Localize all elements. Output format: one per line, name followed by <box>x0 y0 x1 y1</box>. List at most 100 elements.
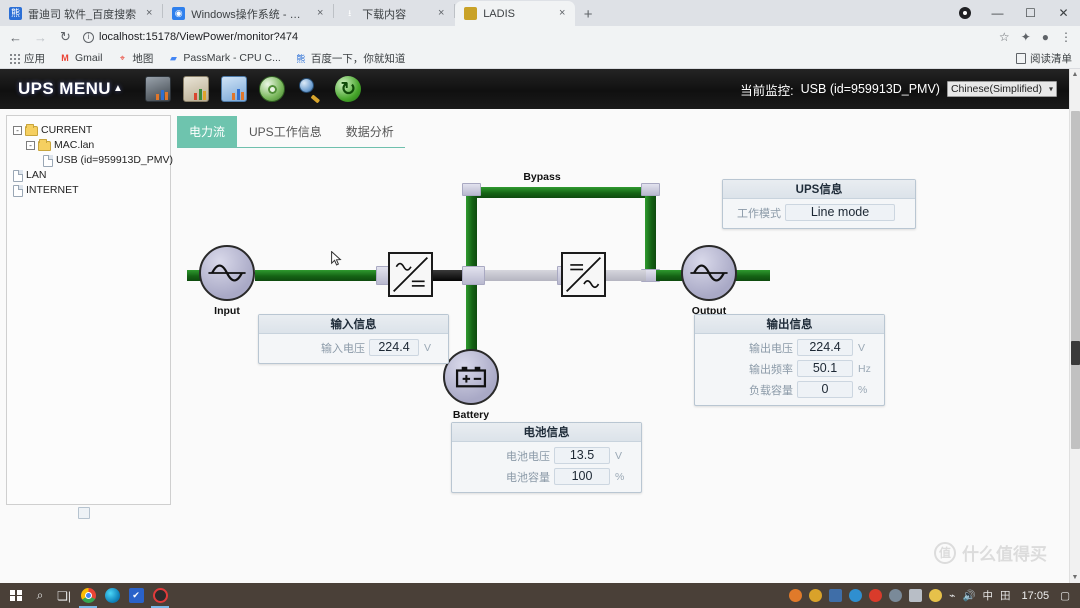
bookmark-star-icon[interactable]: ☆ <box>999 30 1010 44</box>
minimize-button[interactable]: — <box>981 0 1014 26</box>
tree-node-lan[interactable]: LAN <box>13 168 164 183</box>
network-icon[interactable]: ⌁ <box>949 590 955 602</box>
ime-panel-icon[interactable]: 田 <box>1000 588 1011 603</box>
reading-list-button[interactable]: 阅读清单 <box>1016 51 1072 66</box>
browser-toolbar: ← → ↻ i localhost:15178/ViewPower/monito… <box>0 26 1080 48</box>
address-bar[interactable]: i localhost:15178/ViewPower/monitor?474 <box>83 29 981 45</box>
tray-app-icon[interactable] <box>829 589 842 602</box>
battery-icon <box>445 351 497 403</box>
scrollbar-grip[interactable] <box>1071 341 1080 365</box>
site-info-icon[interactable]: i <box>83 32 94 43</box>
browser-tab-title: 下载内容 <box>362 6 428 22</box>
green-gear-icon[interactable] <box>259 76 285 102</box>
watermark-badge: 值 <box>934 542 956 564</box>
bookmark-baidu[interactable]: 熊 百度一下，你就知道 <box>295 51 406 66</box>
monitor-icon[interactable] <box>145 76 171 102</box>
task-view-icon[interactable]: ❏| <box>52 583 76 608</box>
close-icon[interactable]: × <box>142 7 156 21</box>
output-info-panel: 输出信息 输出电压 224.4 V 输出频率 50.1 Hz 负载容量 0 <box>694 314 885 406</box>
tree-node-mac-lan[interactable]: - MAC.lan <box>13 138 164 153</box>
browser-tab[interactable]: 熊 雷迪司 软件_百度搜索 × <box>0 1 162 26</box>
tree-node-current[interactable]: - CURRENT <box>13 123 164 138</box>
bookmark-label: 百度一下，你就知道 <box>311 51 406 66</box>
scroll-down-icon[interactable]: ▼ <box>1070 572 1080 583</box>
forward-icon[interactable]: → <box>33 30 48 45</box>
bookmark-gmail[interactable]: M Gmail <box>59 52 102 64</box>
recorder-icon[interactable] <box>148 583 172 608</box>
edge-icon[interactable] <box>100 583 124 608</box>
tray-app-icon[interactable] <box>929 589 942 602</box>
rectifier-box <box>388 252 433 297</box>
dc-bus-wire <box>430 270 463 281</box>
tray-app-icon[interactable] <box>809 589 822 602</box>
scrollbar-thumb[interactable] <box>1071 111 1080 449</box>
browser-tab-active[interactable]: LADIS × <box>455 1 575 26</box>
new-tab-button[interactable]: + <box>575 2 601 26</box>
browser-tab-title: 雷迪司 软件_百度搜索 <box>28 6 136 22</box>
back-icon[interactable]: ← <box>8 30 23 45</box>
tray-app-icon[interactable] <box>789 589 802 602</box>
browser-tab[interactable]: ◉ Windows操作系统 - 雷迪司 × <box>163 1 333 26</box>
notification-center-icon[interactable]: ▢ <box>1060 590 1070 602</box>
input-node <box>199 245 255 301</box>
search-icon[interactable] <box>297 76 323 102</box>
reading-list-icon <box>1016 53 1026 64</box>
panel-row: 输入电压 224.4 V <box>259 337 448 358</box>
profile-icon[interactable]: ● <box>1042 30 1049 44</box>
volume-icon[interactable]: 🔊 <box>962 589 975 602</box>
settings-icon[interactable] <box>221 76 247 102</box>
refresh-icon[interactable] <box>335 76 361 102</box>
panel-title: UPS信息 <box>723 180 915 199</box>
baidu-icon: 熊 <box>295 52 307 64</box>
expander-icon[interactable]: - <box>13 126 22 135</box>
sync-paused-icon[interactable] <box>948 0 981 26</box>
bookmark-maps[interactable]: ⌖ 地图 <box>116 51 153 66</box>
row-unit: V <box>853 342 875 354</box>
output-node <box>681 245 737 301</box>
browser-tab[interactable]: ⭳ 下载内容 × <box>334 1 454 26</box>
download-icon: ⭳ <box>343 7 356 20</box>
map-pin-icon: ⌖ <box>116 52 128 64</box>
search-icon[interactable]: ⌕ <box>28 583 52 608</box>
browser-menu-icon[interactable]: ⋮ <box>1060 30 1072 44</box>
close-icon[interactable]: × <box>313 7 327 21</box>
apps-grid-icon <box>8 52 20 64</box>
inverter-output-wire <box>606 270 646 281</box>
bypass-right-wire <box>645 187 656 278</box>
browser-tabstrip: 熊 雷迪司 软件_百度搜索 × ◉ Windows操作系统 - 雷迪司 × ⭳ … <box>0 0 1080 26</box>
tray-app-icon[interactable] <box>849 589 862 602</box>
page-scrollbar[interactable]: ▲ ▼ <box>1069 69 1080 583</box>
scroll-up-icon[interactable]: ▲ <box>1070 69 1080 80</box>
windows-start-icon[interactable] <box>4 583 28 608</box>
taskbar-clock[interactable]: 17:05 <box>1018 590 1054 602</box>
row-label: 负载容量 <box>695 382 797 398</box>
row-value: 50.1 <box>797 360 853 377</box>
tab-power-flow[interactable]: 电力流 <box>177 116 237 147</box>
browser-tab-title: Windows操作系统 - 雷迪司 <box>191 6 307 22</box>
tray-record-icon[interactable] <box>869 589 882 602</box>
chrome-icon[interactable] <box>76 583 100 608</box>
expander-icon[interactable]: - <box>26 141 35 150</box>
maximize-button[interactable]: ☐ <box>1014 0 1047 26</box>
extensions-icon[interactable]: ✦ <box>1021 30 1031 44</box>
window-close-button[interactable]: ✕ <box>1047 0 1080 26</box>
bookmark-apps[interactable]: 应用 <box>8 51 45 66</box>
close-icon[interactable]: × <box>555 7 569 21</box>
report-icon[interactable] <box>183 76 209 102</box>
tree-node-usb[interactable]: USB (id=959913D_PMV) <box>13 153 164 168</box>
tab-data-analysis[interactable]: 数据分析 <box>334 116 406 147</box>
tab-ups-status[interactable]: UPS工作信息 <box>237 116 334 147</box>
tree-node-internet[interactable]: INTERNET <box>13 183 164 198</box>
panel-row: 输出电压 224.4 V <box>695 337 884 358</box>
tray-app-icon[interactable] <box>889 589 902 602</box>
ups-menu-button[interactable]: UPS MENU ▲ <box>0 79 123 99</box>
store-icon[interactable] <box>124 583 148 608</box>
panel-row: 负载容量 0 % <box>695 379 884 400</box>
bookmark-label: 地图 <box>132 51 153 66</box>
close-icon[interactable]: × <box>434 7 448 21</box>
tray-usb-icon[interactable] <box>909 589 922 602</box>
bookmark-passmark[interactable]: ▰ PassMark - CPU C... <box>167 52 280 64</box>
ime-icon[interactable]: 中 <box>983 588 994 603</box>
reload-icon[interactable]: ↻ <box>58 29 73 45</box>
language-select[interactable]: Chinese(Simplified) <box>947 81 1057 97</box>
